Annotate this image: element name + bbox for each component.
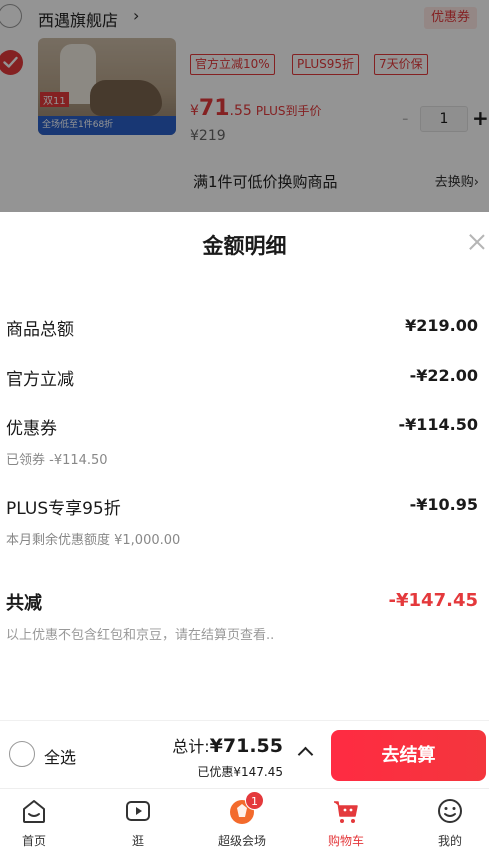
row-value-goods-total: ¥219.00 — [405, 316, 478, 335]
row-label-plus-discount: PLUS专享95折 — [6, 499, 121, 519]
tab-label-home: 首页 — [21, 834, 46, 848]
tab-label-super-venue: 超级会场 — [217, 834, 266, 848]
tab-super-venue[interactable]: 1 超级会场 — [202, 789, 282, 850]
smile-icon — [438, 799, 462, 823]
total-sum-value: ¥71.55 — [209, 735, 283, 757]
row-value-coupon: -¥114.50 — [398, 415, 478, 434]
tab-label-mine: 我的 — [437, 834, 462, 848]
row-value-plus-discount: -¥10.95 — [409, 495, 478, 514]
row-label-goods-total: 商品总额 — [6, 320, 74, 340]
bottom-tab-bar: 首页 逛 1 超级会场 购物车 我的 — [0, 788, 489, 850]
close-icon[interactable] — [467, 232, 487, 252]
saved-amount: 已优惠¥147.45 — [197, 765, 283, 779]
tab-super-venue-badge: 1 — [245, 791, 264, 810]
row-sub-plus-discount: 本月剩余优惠额度 ¥1,000.00 — [6, 533, 181, 548]
home-icon — [23, 800, 45, 823]
cart-icon — [334, 801, 358, 823]
row-label-coupon: 优惠券 — [6, 419, 57, 439]
total-sum: 总计:¥71.55 — [172, 733, 283, 757]
tab-cart[interactable]: 购物车 — [306, 789, 386, 850]
row-sub-coupon: 已领券 -¥114.50 — [6, 453, 108, 468]
total-discount-value: -¥147.45 — [388, 590, 478, 611]
chevron-up-icon[interactable] — [298, 745, 312, 759]
tab-label-browse: 逛 — [131, 834, 144, 848]
total-sum-label: 总计: — [172, 737, 210, 756]
tab-mine[interactable]: 我的 — [410, 789, 489, 850]
modal-overlay[interactable] — [0, 0, 489, 212]
select-all-label[interactable]: 全选 — [44, 744, 76, 768]
total-discount-label: 共减 — [6, 593, 42, 614]
amount-detail-sheet: 金额明细 商品总额 ¥219.00 官方立减 -¥22.00 优惠券 -¥114… — [0, 212, 489, 720]
checkout-bar: 全选 总计:¥71.55 已优惠¥147.45 去结算 — [0, 720, 489, 788]
select-all-checkbox[interactable] — [9, 741, 35, 767]
tab-label-cart: 购物车 — [327, 834, 364, 848]
row-label-official-discount: 官方立减 — [6, 370, 74, 390]
tab-home[interactable]: 首页 — [0, 789, 74, 850]
discount-note: 以上优惠不包含红包和京豆，请在结算页查看.. — [6, 628, 275, 643]
sheet-title: 金额明细 — [202, 234, 287, 258]
play-icon — [126, 801, 150, 821]
tab-browse[interactable]: 逛 — [98, 789, 178, 850]
checkout-button[interactable]: 去结算 — [331, 730, 486, 781]
row-value-official-discount: -¥22.00 — [409, 366, 478, 385]
